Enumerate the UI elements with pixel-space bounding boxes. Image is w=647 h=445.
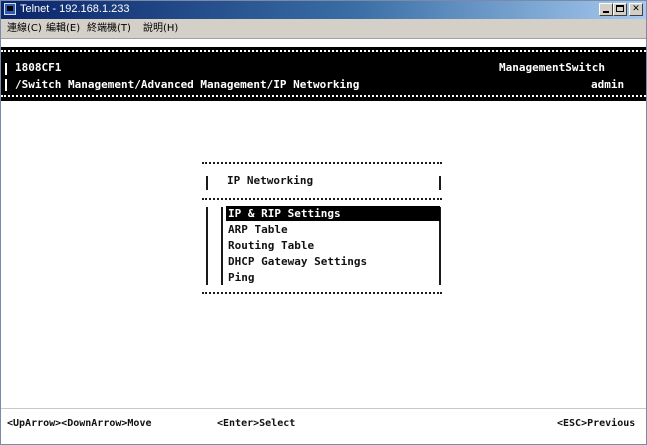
menu-top-border bbox=[202, 162, 442, 164]
menu-inner-left-bar bbox=[221, 207, 223, 285]
menu-left-bar bbox=[206, 176, 208, 190]
menu-option-arp-table[interactable]: ARP Table bbox=[226, 222, 440, 237]
menu-option-ping[interactable]: Ping bbox=[226, 270, 440, 285]
menu-right-bar bbox=[439, 176, 441, 190]
window-title: Telnet - 192.168.1.233 bbox=[20, 3, 130, 15]
menu-bottom-border bbox=[202, 292, 442, 294]
menu-option-dhcp-gateway-settings[interactable]: DHCP Gateway Settings bbox=[226, 254, 440, 269]
footer-move-hint: <UpArrow><DownArrow>Move bbox=[7, 418, 152, 429]
menu-left-bar bbox=[206, 207, 208, 285]
ip-networking-menu: IP Networking IP & RIP Settings ARP Tabl… bbox=[202, 160, 444, 296]
menu-edit[interactable]: 編輯(E) bbox=[46, 22, 80, 35]
maximize-icon bbox=[616, 5, 624, 12]
telnet-terminal-icon bbox=[4, 3, 16, 15]
menu-terminal[interactable]: 終端機(T) bbox=[87, 22, 131, 35]
footer-divider bbox=[1, 408, 646, 409]
product-name: ManagementSwitch bbox=[499, 61, 605, 74]
minimize-icon bbox=[603, 11, 609, 13]
header-left-bar bbox=[5, 79, 7, 91]
menu-option-ip-rip-settings[interactable]: IP & RIP Settings bbox=[226, 206, 440, 221]
footer-select-hint: <Enter>Select bbox=[217, 418, 296, 429]
user-name: admin bbox=[591, 78, 625, 91]
header-left-bar bbox=[5, 63, 7, 75]
device-name: 1808CF1 bbox=[15, 61, 62, 74]
breadcrumb: /Switch Management/Advanced Management/I… bbox=[15, 78, 360, 91]
title-bar[interactable]: Telnet - 192.168.1.233 ✕ bbox=[1, 1, 646, 19]
menu-title: IP Networking bbox=[227, 174, 314, 187]
header-top-border bbox=[1, 50, 646, 52]
close-button[interactable]: ✕ bbox=[629, 3, 643, 16]
minimize-button[interactable] bbox=[599, 3, 613, 16]
menu-help[interactable]: 說明(H) bbox=[143, 22, 178, 35]
menu-title-divider bbox=[202, 198, 442, 200]
maximize-button[interactable] bbox=[613, 3, 627, 16]
footer-previous-hint: <ESC>Previous bbox=[557, 418, 636, 429]
close-icon: ✕ bbox=[632, 4, 640, 14]
menu-bar: 連線(C) 編輯(E) 終端機(T) 說明(H) bbox=[1, 19, 646, 39]
menu-option-routing-table[interactable]: Routing Table bbox=[226, 238, 440, 253]
menu-connect[interactable]: 連線(C) bbox=[7, 22, 42, 35]
telnet-window: Telnet - 192.168.1.233 ✕ 連線(C) 編輯(E) 終端機… bbox=[0, 0, 647, 445]
header-bottom-border bbox=[1, 95, 646, 97]
